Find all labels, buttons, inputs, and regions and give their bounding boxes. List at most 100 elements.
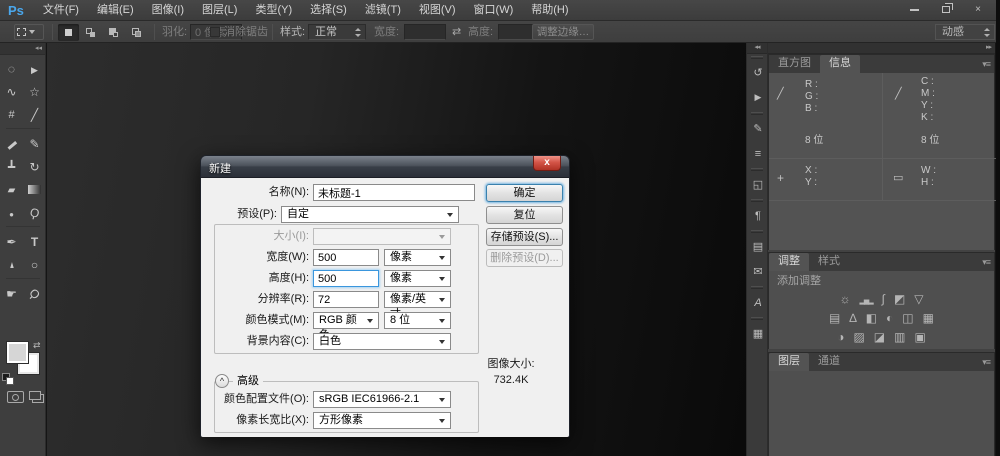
dialog-close-button[interactable]: x [533,156,561,171]
height-unit-select[interactable]: 像素 [384,270,451,287]
move-tool[interactable] [23,57,46,80]
collapse-toolbar-icon[interactable]: ◂◂ [0,43,45,55]
magic-wand-tool[interactable] [23,80,46,103]
shape-tool[interactable] [23,253,46,276]
quick-mask-button[interactable] [7,391,24,403]
vibrance-adjustment-icon[interactable] [914,293,923,305]
layers-panel-menu-icon[interactable]: ▾≡ [982,357,990,368]
style-select[interactable]: 正常 [308,24,366,40]
threshold-adjustment-icon[interactable] [874,331,885,343]
pen-tool[interactable] [0,230,23,253]
blur-tool[interactable] [0,201,23,224]
tool-preset-picker[interactable] [14,24,44,40]
collapse-panels-icon[interactable]: ▸▸ [768,43,995,54]
elliptical-marquee-tool[interactable] [0,57,23,80]
photo-filter-adjustment-icon[interactable] [886,312,893,324]
exposure-adjustment-icon[interactable] [894,293,905,305]
type-tool[interactable] [23,230,46,253]
menu-type[interactable]: 类型(Y) [246,0,301,21]
menu-view[interactable]: 视图(V) [410,0,465,21]
minimize-icon[interactable] [900,2,928,17]
width-unit-select[interactable]: 像素 [384,249,451,266]
path-selection-tool[interactable] [0,253,23,276]
black-white-adjustment-icon[interactable] [866,312,877,324]
notes-panel-icon[interactable] [747,259,769,284]
swap-colors-icon[interactable]: ⇄ [33,340,41,351]
swap-width-height-icon[interactable]: ⇄ [452,25,461,38]
brush-presets-panel-icon[interactable] [747,141,769,166]
clone-source-panel-icon[interactable] [747,172,769,197]
menu-file[interactable]: 文件(F) [34,0,88,21]
swatches-panel-icon[interactable] [747,321,769,346]
width-input[interactable] [404,24,446,40]
character-panel-icon[interactable] [747,290,769,315]
subtract-from-selection-button[interactable] [104,24,125,41]
antialias-checkbox[interactable] [210,27,220,37]
menu-edit[interactable]: 编辑(E) [88,0,143,21]
posterize-adjustment-icon[interactable] [853,331,864,343]
refine-edge-button[interactable]: 调整边缘… [532,24,594,40]
brush-panel-icon[interactable] [747,116,769,141]
height-input[interactable] [313,270,379,287]
expand-dock-icon[interactable]: ◂◂ [747,43,767,54]
zoom-tool[interactable] [23,282,46,305]
default-colors-icon[interactable] [2,373,12,383]
intersect-selection-button[interactable] [127,24,148,41]
gradient-tool[interactable] [23,178,46,201]
paragraph-panel-icon[interactable] [747,203,769,228]
gradient-map-adjustment-icon[interactable] [894,331,905,343]
foreground-color-swatch[interactable] [7,342,28,363]
tab-histogram[interactable]: 直方图 [769,55,820,73]
hand-tool[interactable] [0,282,23,305]
ok-button[interactable]: 确定 [486,184,563,202]
resolution-input[interactable] [313,291,379,308]
size-select[interactable] [313,228,451,245]
brush-tool[interactable] [23,132,46,155]
resolution-unit-select[interactable]: 像素/英寸 [384,291,451,308]
menu-image[interactable]: 图像(I) [143,0,193,21]
clone-stamp-tool[interactable] [0,155,23,178]
tab-channels[interactable]: 通道 [809,353,849,371]
workspace-switcher[interactable]: 动感 [935,24,995,40]
restore-icon[interactable] [932,2,960,17]
menu-select[interactable]: 选择(S) [301,0,356,21]
menu-window[interactable]: 窗口(W) [465,0,523,21]
spot-healing-brush-tool[interactable] [0,132,23,155]
screen-mode-button[interactable] [29,391,41,400]
color-profile-select[interactable]: sRGB IEC61966-2.1 [313,391,451,408]
selective-color-adjustment-icon[interactable] [914,331,925,343]
color-lookup-adjustment-icon[interactable] [923,312,934,324]
advanced-collapse-button[interactable]: ^ [215,374,229,388]
background-contents-select[interactable]: 白色 [313,333,451,350]
bit-depth-select[interactable]: 8 位 [384,312,451,329]
delete-preset-button[interactable]: 删除预设(D)... [486,249,563,267]
new-selection-button[interactable] [58,24,79,41]
actions-panel-icon[interactable] [747,85,769,110]
adjustments-panel-menu-icon[interactable]: ▾≡ [982,257,990,268]
dialog-title-bar[interactable]: 新建 x [201,156,569,178]
info-panel-menu-icon[interactable]: ▾≡ [982,59,990,70]
preset-select[interactable]: 自定 [281,206,459,223]
color-mode-select[interactable]: RGB 颜色 [313,312,379,329]
color-balance-adjustment-icon[interactable] [849,312,856,324]
eyedropper-tool[interactable] [23,103,46,126]
save-preset-button[interactable]: 存储预设(S)... [486,228,563,246]
curves-adjustment-icon[interactable] [882,293,885,305]
history-brush-tool[interactable] [23,155,46,178]
width-input[interactable] [313,249,379,266]
channel-mixer-adjustment-icon[interactable] [902,312,913,324]
pixel-aspect-ratio-select[interactable]: 方形像素 [313,412,451,429]
layer-comps-panel-icon[interactable] [747,234,769,259]
tab-styles[interactable]: 样式 [809,253,849,271]
brightness-contrast-adjustment-icon[interactable] [839,293,850,305]
crop-tool[interactable] [0,103,23,126]
reset-button[interactable]: 复位 [486,206,563,224]
tab-info[interactable]: 信息 [820,55,860,73]
hue-saturation-adjustment-icon[interactable] [829,312,840,324]
dodge-tool[interactable] [23,201,46,224]
tab-adjustments[interactable]: 调整 [769,253,809,271]
menu-help[interactable]: 帮助(H) [522,0,577,21]
invert-adjustment-icon[interactable] [837,331,844,343]
history-panel-icon[interactable] [747,60,769,85]
eraser-tool[interactable] [0,178,23,201]
